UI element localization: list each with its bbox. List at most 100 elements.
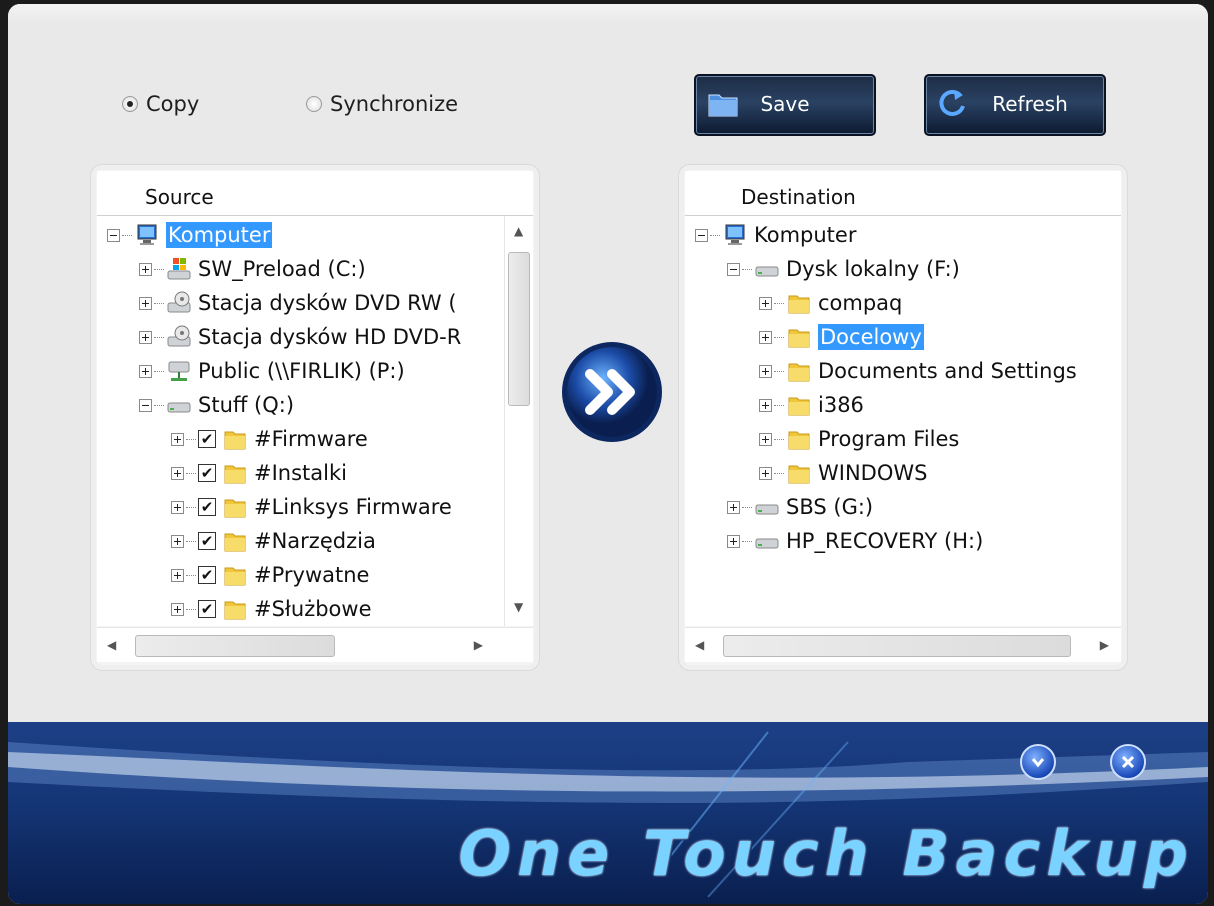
tree-connector — [154, 404, 164, 406]
expand-plus-icon[interactable] — [759, 330, 772, 344]
close-button[interactable] — [1110, 744, 1146, 780]
folder-icon — [788, 329, 810, 348]
expand-plus-icon[interactable] — [759, 466, 772, 480]
radio-dot-copy[interactable] — [122, 96, 138, 112]
node-checkbox[interactable]: ✔ — [198, 600, 216, 618]
expand-plus-icon[interactable] — [171, 500, 184, 514]
expand-plus-icon[interactable] — [759, 364, 772, 378]
expand-plus-icon[interactable] — [139, 262, 152, 276]
folder-icon — [788, 465, 810, 484]
radio-copy[interactable]: Copy — [122, 92, 199, 116]
expand-plus-icon[interactable] — [171, 534, 184, 548]
tree-node[interactable]: Komputer — [695, 218, 856, 252]
tree-connector — [122, 234, 132, 236]
scroll-left-icon[interactable]: ◀ — [695, 638, 704, 652]
node-checkbox[interactable]: ✔ — [198, 532, 216, 550]
radio-synchronize[interactable]: Synchronize — [306, 92, 458, 116]
radio-dot-synchronize[interactable] — [306, 96, 322, 112]
node-checkbox[interactable]: ✔ — [198, 430, 216, 448]
expand-plus-icon[interactable] — [759, 398, 772, 412]
tree-node-label: Public (\\FIRLIK) (P:) — [198, 359, 405, 383]
drive-icon — [167, 402, 191, 413]
tree-connector — [774, 302, 784, 304]
tree-node[interactable]: Stuff (Q:) — [139, 388, 294, 422]
tree-node[interactable]: Program Files — [759, 422, 959, 456]
tree-node[interactable]: Documents and Settings — [759, 354, 1077, 388]
collapse-minus-icon[interactable] — [727, 262, 740, 276]
refresh-label: Refresh — [992, 92, 1068, 116]
tree-node-label: Stuff (Q:) — [198, 393, 295, 417]
tree-node-label: #Prywatne — [254, 563, 370, 587]
collapse-minus-icon[interactable] — [107, 228, 120, 242]
scroll-right-icon[interactable]: ▶ — [1100, 638, 1109, 652]
node-checkbox[interactable]: ✔ — [198, 566, 216, 584]
collapse-minus-icon[interactable] — [139, 398, 152, 412]
tree-connector — [774, 370, 784, 372]
tree-node-label: HP_RECOVERY (H:) — [786, 529, 984, 553]
expand-plus-icon[interactable] — [727, 534, 740, 548]
expand-plus-icon[interactable] — [759, 432, 772, 446]
source-h-thumb[interactable] — [135, 635, 335, 657]
tree-connector — [774, 336, 784, 338]
expand-plus-icon[interactable] — [727, 500, 740, 514]
destination-h-thumb[interactable] — [723, 635, 1071, 657]
expand-plus-icon[interactable] — [171, 568, 184, 582]
tree-node[interactable]: ✔ #Prywatne — [171, 558, 369, 592]
tree-node-label: i386 — [818, 393, 864, 417]
tree-node[interactable]: Komputer — [107, 218, 273, 252]
minimize-button[interactable] — [1020, 744, 1056, 780]
tree-node[interactable]: Dysk lokalny (F:) — [727, 252, 960, 286]
expand-plus-icon[interactable] — [759, 296, 772, 310]
destination-horizontal-scrollbar[interactable]: ◀ ▶ — [685, 627, 1121, 662]
source-horizontal-scrollbar[interactable]: ◀ ▶ — [97, 627, 533, 662]
tree-node[interactable]: HP_RECOVERY (H:) — [727, 524, 983, 558]
source-vertical-scrollbar[interactable]: ▲ ▼ — [504, 216, 533, 626]
tree-node[interactable]: Docelowy — [759, 320, 924, 354]
drive-icon — [755, 504, 779, 515]
source-v-thumb[interactable] — [508, 252, 530, 406]
node-checkbox[interactable]: ✔ — [198, 464, 216, 482]
scroll-right-icon[interactable]: ▶ — [474, 638, 483, 652]
expand-plus-icon[interactable] — [139, 364, 152, 378]
expand-plus-icon[interactable] — [139, 330, 152, 344]
destination-header: Destination — [685, 171, 1121, 216]
scroll-down-icon[interactable]: ▼ — [514, 600, 523, 614]
scroll-left-icon[interactable]: ◀ — [107, 638, 116, 652]
expand-plus-icon[interactable] — [139, 296, 152, 310]
tree-node[interactable]: ✔ #Narzędzia — [171, 524, 376, 558]
tree-node-label: Dysk lokalny (F:) — [786, 257, 960, 281]
tree-node[interactable]: i386 — [759, 388, 864, 422]
tree-node-label: #Narzędzia — [254, 529, 376, 553]
drive-icon — [755, 266, 779, 277]
tree-node-label: WINDOWS — [818, 461, 928, 485]
radio-copy-label: Copy — [146, 92, 200, 116]
source-tree[interactable]: Komputer SW_Preload (C:) Stacja dysków DVD… — [97, 216, 533, 626]
expand-plus-icon[interactable] — [171, 466, 184, 480]
tree-node-label: Documents and Settings — [818, 359, 1077, 383]
node-checkbox[interactable]: ✔ — [198, 498, 216, 516]
tree-node-label: Program Files — [818, 427, 960, 451]
tree-node[interactable]: ✔ #Służbowe — [171, 592, 372, 626]
tree-node[interactable]: compaq — [759, 286, 902, 320]
tree-node[interactable]: Stacja dysków DVD RW ( — [139, 286, 457, 320]
folder-icon — [224, 431, 246, 450]
tree-node[interactable]: SBS (G:) — [727, 490, 873, 524]
expand-plus-icon[interactable] — [171, 432, 184, 446]
tree-node-label: Stacja dysków HD DVD-R — [198, 325, 462, 349]
scroll-up-icon[interactable]: ▲ — [514, 224, 523, 238]
transfer-arrow-button[interactable] — [560, 340, 664, 444]
collapse-minus-icon[interactable] — [695, 228, 708, 242]
tree-node[interactable]: SW_Preload (C:) — [139, 252, 366, 286]
tree-node[interactable]: ✔ #Instalki — [171, 456, 347, 490]
expand-plus-icon[interactable] — [171, 602, 184, 616]
tree-connector — [154, 336, 164, 338]
refresh-button[interactable]: Refresh — [924, 74, 1106, 136]
tree-node-label: #Służbowe — [254, 597, 372, 621]
destination-tree[interactable]: Komputer Dysk lokalny (F:) compaq Docelowy D… — [685, 216, 1121, 626]
tree-node[interactable]: Stacja dysków HD DVD-R — [139, 320, 461, 354]
save-button[interactable]: Save — [694, 74, 876, 136]
tree-node[interactable]: ✔ #Linksys Firmware — [171, 490, 452, 524]
tree-node[interactable]: WINDOWS — [759, 456, 927, 490]
tree-node[interactable]: Public (\\FIRLIK) (P:) — [139, 354, 405, 388]
tree-node[interactable]: ✔ #Firmware — [171, 422, 368, 456]
